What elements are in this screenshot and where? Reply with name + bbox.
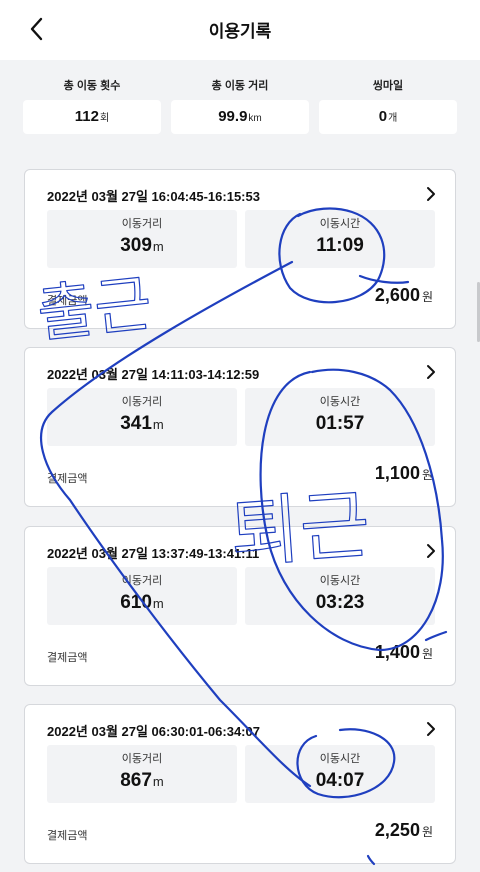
payment-unit: 원 [421,825,433,839]
summary-value-box: 0개 [319,100,457,134]
distance-unit: m [152,239,164,254]
summary-label: 씽마일 [372,80,404,92]
summary-total-rides: 총 이동 횟수 112회 [23,78,161,134]
chevron-right-icon[interactable] [425,543,437,559]
summary-unit: 개 [388,113,398,124]
payment-label: 결제금액 [47,295,88,307]
distance-value: 867 [120,770,152,791]
time-metric: 이동시간 04:07 [245,745,435,803]
payment-amount: 2,600 원 [375,285,433,306]
payment-label: 결제금액 [47,473,88,485]
distance-metric: 이동거리 867m [47,745,237,803]
ride-datetime: 2022년 03월 27일 14:11:03-14:12:59 [47,367,260,382]
distance-label: 이동거리 [121,218,163,230]
time-label: 이동시간 [319,218,361,230]
time-metric: 이동시간 03:23 [245,567,435,625]
distance-value: 610 [120,592,152,613]
time-label: 이동시간 [319,575,361,587]
payment-unit: 원 [421,647,433,661]
payment-value: 2,600 [374,285,420,305]
distance-label: 이동거리 [121,575,163,587]
ride-history-list: 2022년 03월 27일 16:04:45-16:15:53 이동거리 309… [0,152,480,872]
payment-label: 결제금액 [47,652,88,664]
summary-total-distance: 총 이동 거리 99.9km [171,78,309,134]
ride-record-card[interactable]: 2022년 03월 27일 13:37:49-13:41:11 이동거리 610… [24,526,456,686]
summary-value-box: 112회 [23,100,161,134]
distance-metric: 이동거리 309m [47,210,237,268]
ride-datetime: 2022년 03월 27일 13:37:49-13:41:11 [47,546,260,561]
payment-unit: 원 [421,468,433,482]
time-label: 이동시간 [319,753,361,765]
payment-amount: 1,100 원 [375,463,433,484]
summary-value-box: 99.9km [171,100,309,134]
page-title: 이용기록 [208,22,272,41]
distance-unit: m [152,774,164,789]
summary-value: 112 [74,108,99,125]
chevron-right-icon[interactable] [425,364,437,380]
distance-label: 이동거리 [121,396,163,408]
distance-value: 309 [120,235,152,256]
app-header: 이용기록 [0,0,480,58]
payment-amount: 2,250 원 [375,820,433,841]
summary-value: 99.9 [218,108,248,125]
payment-unit: 원 [421,290,433,304]
distance-unit: m [152,596,164,611]
ride-record-card[interactable]: 2022년 03월 27일 06:30:01-06:34:07 이동거리 867… [24,704,456,864]
time-value: 11:09 [316,235,364,256]
distance-unit: m [152,417,164,432]
time-metric: 이동시간 01:57 [245,388,435,446]
time-value: 01:57 [315,413,365,434]
chevron-right-icon[interactable] [425,721,437,737]
chevron-right-icon[interactable] [425,186,437,202]
usage-summary: 총 이동 횟수 112회 총 이동 거리 99.9km 씽마일 0개 [0,60,480,152]
payment-label: 결제금액 [47,830,88,842]
payment-value: 1,100 [374,463,420,483]
ride-datetime: 2022년 03월 27일 16:04:45-16:15:53 [47,189,260,204]
ride-record-card[interactable]: 2022년 03월 27일 14:11:03-14:12:59 이동거리 341… [24,347,456,507]
time-value: 04:07 [315,770,365,791]
summary-label: 총 이동 거리 [211,80,269,92]
distance-value: 341 [120,413,152,434]
time-metric: 이동시간 11:09 [245,210,435,268]
summary-label: 총 이동 횟수 [63,80,121,92]
summary-unit: 회 [100,113,110,124]
payment-value: 2,250 [374,820,420,840]
ride-datetime: 2022년 03월 27일 06:30:01-06:34:07 [47,724,260,739]
time-value: 03:23 [315,592,365,613]
ride-record-card[interactable]: 2022년 03월 27일 16:04:45-16:15:53 이동거리 309… [24,169,456,329]
payment-value: 1,400 [374,642,420,662]
distance-label: 이동거리 [121,753,163,765]
time-label: 이동시간 [319,396,361,408]
summary-value: 0 [378,108,388,125]
distance-metric: 이동거리 610m [47,567,237,625]
distance-metric: 이동거리 341m [47,388,237,446]
summary-mileage: 씽마일 0개 [319,78,457,134]
summary-unit: km [248,113,262,124]
payment-amount: 1,400 원 [375,642,433,663]
